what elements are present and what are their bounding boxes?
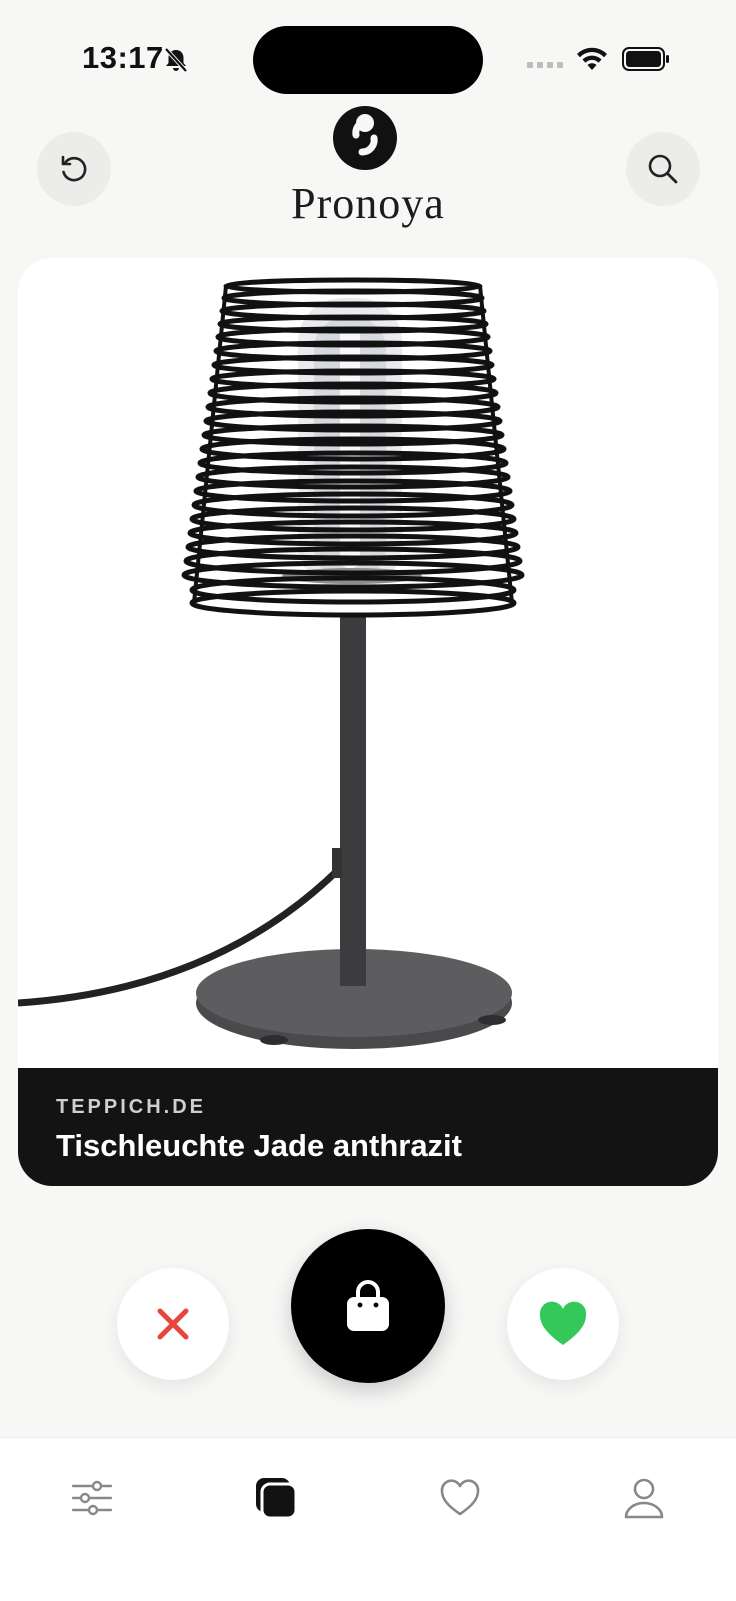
- status-time: 13:17: [82, 40, 164, 75]
- product-info: TEPPICH.DE Tischleuchte Jade anthrazit: [18, 1068, 718, 1186]
- wifi-icon: [577, 47, 607, 70]
- close-icon: [157, 1308, 189, 1340]
- brand-name: Pronoya: [291, 179, 445, 228]
- pronoya-logo-icon: [333, 106, 397, 170]
- tab-favorites[interactable]: [430, 1468, 490, 1528]
- tab-discover[interactable]: [246, 1468, 306, 1528]
- search-button[interactable]: [626, 132, 700, 206]
- heart-icon: [539, 1301, 587, 1345]
- shop-name: TEPPICH.DE: [56, 1096, 207, 1118]
- dislike-button[interactable]: [117, 1268, 229, 1380]
- app-header: Pronoya: [0, 100, 736, 240]
- dynamic-island: [253, 26, 483, 94]
- heart-outline-icon: [440, 1479, 480, 1516]
- buy-button[interactable]: [291, 1229, 445, 1383]
- product-card[interactable]: TEPPICH.DE Tischleuchte Jade anthrazit: [18, 258, 718, 1186]
- bell-slash-icon: [164, 47, 188, 73]
- sliders-icon: [71, 1480, 113, 1516]
- product-image: [18, 258, 718, 1068]
- like-button[interactable]: [507, 1268, 619, 1380]
- tab-profile[interactable]: [614, 1468, 674, 1528]
- product-title: Tischleuchte Jade anthrazit: [56, 1128, 462, 1163]
- tab-bar: [0, 1437, 736, 1601]
- tab-filters[interactable]: [62, 1468, 122, 1528]
- search-icon: [648, 154, 678, 184]
- shopping-bag-icon: [347, 1280, 389, 1331]
- signal-icon: [527, 62, 563, 68]
- battery-icon: [622, 47, 669, 71]
- cards-icon: [256, 1478, 298, 1520]
- user-icon: [624, 1478, 664, 1519]
